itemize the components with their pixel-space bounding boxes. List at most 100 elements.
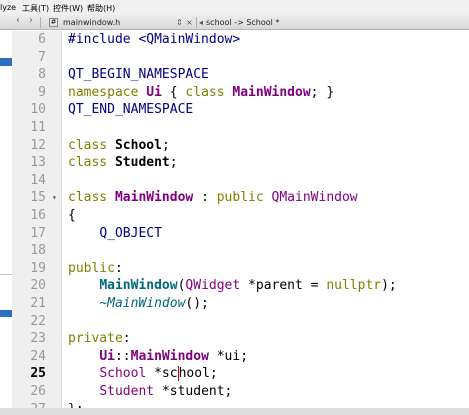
code-token: : bbox=[193, 190, 217, 206]
code-line[interactable]: ~MainWindow(); bbox=[68, 295, 209, 313]
side-panel-edge bbox=[0, 31, 12, 415]
code-line[interactable]: Ui::MainWindow *ui; bbox=[68, 348, 248, 366]
forward-arrow-icon[interactable]: › bbox=[29, 16, 33, 26]
code-token: class bbox=[68, 155, 108, 171]
line-number: 17 bbox=[30, 225, 46, 241]
code-line[interactable]: class Student; bbox=[68, 154, 178, 172]
code-line[interactable]: private: bbox=[68, 330, 131, 348]
line-number: 20 bbox=[30, 278, 46, 294]
back-arrow-icon[interactable]: ‹ bbox=[16, 16, 20, 26]
code-line[interactable]: class School; bbox=[68, 137, 170, 155]
menu-bar: lyze 工具(T) 控件(W) 帮助(H) bbox=[0, 0, 469, 15]
code-token: MainWindow bbox=[130, 348, 209, 364]
file-name[interactable]: mainwindow.h bbox=[63, 18, 120, 27]
code-token: : bbox=[122, 331, 131, 347]
code-token: class bbox=[68, 190, 108, 206]
code-token: QT_BEGIN_NAMESPACE bbox=[68, 67, 209, 83]
line-number: 25 bbox=[30, 366, 46, 382]
line-number: 7 bbox=[38, 49, 46, 65]
close-icon[interactable]: × bbox=[186, 18, 193, 27]
panel-divider bbox=[0, 274, 12, 275]
code-line[interactable]: QT_BEGIN_NAMESPACE bbox=[68, 66, 209, 84]
code-token: MainWindow bbox=[99, 278, 178, 294]
code-token: ); bbox=[381, 278, 397, 294]
code-token: Student bbox=[99, 384, 155, 399]
toolbar-divider bbox=[40, 17, 41, 28]
code-line[interactable]: QT_END_NAMESPACE bbox=[68, 101, 193, 119]
code-token: { bbox=[161, 84, 186, 100]
line-number: 12 bbox=[30, 137, 46, 153]
selected-panel-item[interactable] bbox=[0, 310, 12, 317]
fold-toggle-icon[interactable]: ▾ bbox=[52, 189, 57, 207]
line-number: 24 bbox=[30, 348, 46, 364]
code-line[interactable]: namespace Ui { class MainWindow; } bbox=[68, 84, 334, 102]
line-number: 9 bbox=[38, 84, 46, 100]
code-token: QMainWindow bbox=[271, 190, 358, 206]
line-number: 10 bbox=[30, 102, 46, 118]
line-number: 11 bbox=[30, 120, 46, 135]
code-line[interactable]: Student *student; bbox=[68, 383, 232, 401]
code-token: :: bbox=[114, 348, 131, 364]
symbol-arrow-icon: ◂ bbox=[199, 18, 204, 27]
code-line[interactable]: #include <QMainWindow> bbox=[68, 31, 240, 49]
code-token: Student bbox=[114, 155, 170, 171]
code-token: public bbox=[68, 260, 115, 276]
code-token: *sc bbox=[146, 366, 178, 382]
code-token: School bbox=[99, 366, 147, 382]
code-token: (); bbox=[185, 296, 209, 311]
code-token: #include <QMainWindow> bbox=[68, 32, 241, 47]
line-number: 14 bbox=[30, 172, 46, 188]
line-number: 6 bbox=[38, 32, 46, 47]
selected-panel-item[interactable] bbox=[0, 58, 12, 66]
code-line[interactable]: public: bbox=[68, 260, 123, 278]
code-token: ; bbox=[161, 137, 170, 153]
header-file-icon: # bbox=[49, 18, 58, 27]
line-number: 19 bbox=[30, 260, 46, 276]
code-token: Ui bbox=[99, 348, 115, 364]
code-token: hool; bbox=[177, 366, 218, 382]
code-line[interactable]: School *school; bbox=[68, 365, 218, 383]
line-number: 13 bbox=[30, 155, 46, 171]
code-line[interactable]: class MainWindow : public QMainWindow bbox=[68, 189, 358, 207]
code-token: MainWindow bbox=[232, 84, 311, 100]
code-line[interactable]: { bbox=[68, 207, 76, 225]
editor-toolbar: ‹ › # mainwindow.h ⇕ × ◂ school -> Schoo… bbox=[0, 15, 469, 30]
code-token: ; } bbox=[310, 84, 335, 100]
code-token: { bbox=[68, 208, 76, 223]
code-token: class bbox=[185, 84, 225, 100]
code-line[interactable]: MainWindow(QWidget *parent = nullptr); bbox=[68, 277, 397, 295]
menu-help[interactable]: 帮助(H) bbox=[87, 3, 115, 14]
code-token: Q_OBJECT bbox=[99, 225, 162, 241]
code-token: School bbox=[114, 137, 162, 153]
code-token: ~MainWindow bbox=[99, 296, 186, 311]
code-token: : bbox=[114, 260, 123, 276]
toolbar-divider bbox=[196, 17, 197, 28]
menu-analyze[interactable]: lyze bbox=[0, 3, 16, 12]
symbol-selector[interactable]: school -> School * bbox=[206, 18, 279, 27]
file-list-arrows-icon[interactable]: ⇕ bbox=[176, 18, 183, 27]
menu-controls[interactable]: 控件(W) bbox=[53, 3, 83, 14]
code-token: *parent = bbox=[240, 278, 327, 294]
code-token: QWidget bbox=[185, 278, 241, 294]
line-number: 26 bbox=[30, 384, 46, 399]
line-number: 21 bbox=[30, 296, 46, 311]
code-token: Ui bbox=[146, 84, 162, 100]
code-token: nullptr bbox=[326, 278, 382, 294]
code-token: namespace bbox=[68, 84, 139, 100]
line-number: 8 bbox=[38, 67, 46, 83]
line-number: 15 bbox=[30, 190, 46, 206]
line-number: 18 bbox=[30, 243, 46, 259]
menu-tools[interactable]: 工具(T) bbox=[22, 3, 49, 14]
code-line[interactable]: Q_OBJECT bbox=[68, 225, 162, 243]
code-token: public bbox=[216, 190, 264, 206]
line-number: 23 bbox=[30, 331, 46, 347]
